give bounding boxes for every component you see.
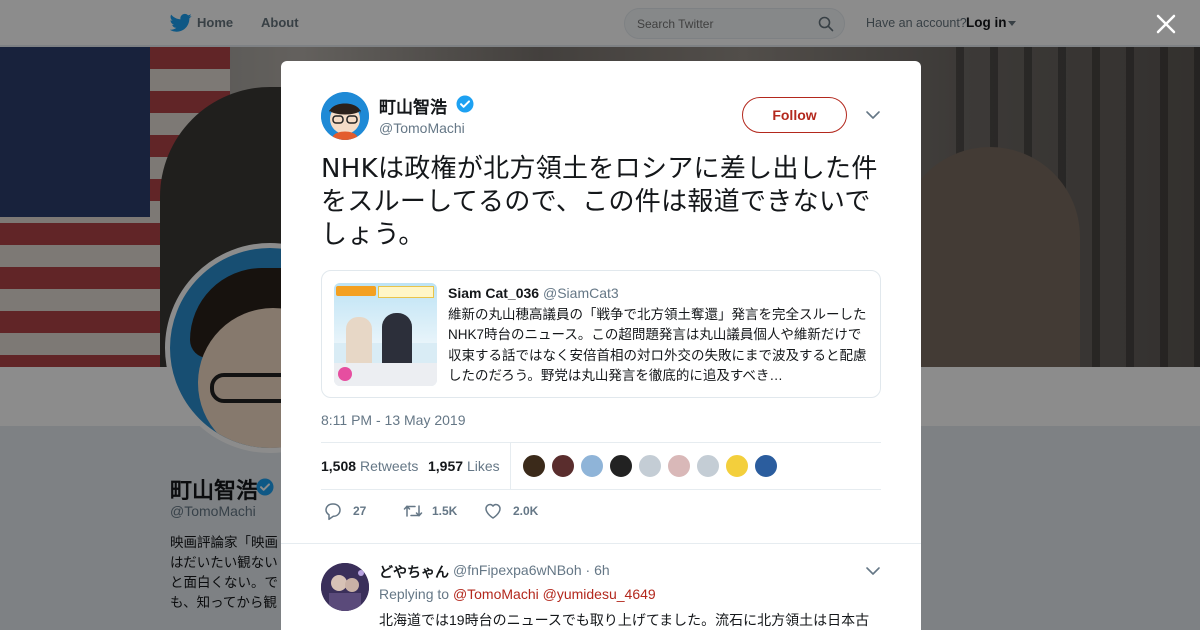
- verified-badge-icon: [456, 95, 474, 113]
- liker-avatar[interactable]: [580, 454, 604, 478]
- liker-avatar[interactable]: [522, 454, 546, 478]
- reply-avatar-illustration: [321, 563, 369, 611]
- tweet-text: NHKは政権が北方領土をロシアに差し出した件をスルーしてるので、この件は報道でき…: [321, 154, 878, 250]
- author-name[interactable]: 町山智浩: [379, 93, 447, 118]
- mention-link[interactable]: @TomoMachi: [453, 586, 539, 602]
- stats-separator: [510, 443, 511, 489]
- quoted-tweet-thumbnail[interactable]: [334, 283, 437, 386]
- thumb-caption-box: [378, 286, 434, 298]
- liker-avatar[interactable]: [696, 454, 720, 478]
- heart-icon[interactable]: [483, 501, 503, 521]
- mention-link[interactable]: @yumidesu_4649: [543, 586, 656, 602]
- thumb-badge: [338, 367, 352, 381]
- like-count: 2.0K: [513, 504, 539, 518]
- divider: [321, 442, 881, 443]
- reply-count: 27: [353, 504, 367, 518]
- thumb-clock-label: [336, 286, 376, 296]
- chevron-down-icon[interactable]: [865, 565, 881, 577]
- liker-avatar[interactable]: [638, 454, 662, 478]
- divider: [321, 489, 881, 490]
- close-icon[interactable]: [1154, 12, 1178, 36]
- tweet-timestamp[interactable]: 8:11 PM - 13 May 2019: [321, 412, 465, 428]
- reply-icon[interactable]: [323, 501, 343, 521]
- liker-avatar[interactable]: [551, 454, 575, 478]
- reply-text: 北海道では19時台のニュースでも取り上げてました。流石に北方領土は日本古: [379, 612, 870, 628]
- retweets-count[interactable]: 1,508: [321, 458, 356, 474]
- replying-to-label: Replying to: [379, 586, 450, 602]
- follow-button[interactable]: Follow: [742, 97, 847, 133]
- reply-time[interactable]: · 6h: [586, 562, 610, 578]
- divider: [281, 543, 921, 544]
- tweet-modal: 町山智浩 @TomoMachi Follow NHKは政権が北方領土をロシアに差…: [281, 61, 921, 630]
- retweet-icon[interactable]: [402, 501, 424, 521]
- liker-avatar[interactable]: [725, 454, 749, 478]
- quoted-tweet-card[interactable]: Siam Cat_036 @SiamCat3 維新の丸山穂高議員の「戦争で北方領…: [321, 270, 881, 398]
- author-avatar[interactable]: [321, 92, 369, 140]
- retweet-count: 1.5K: [432, 504, 458, 518]
- retweets-label[interactable]: Retweets: [360, 458, 418, 474]
- quoted-author-name[interactable]: Siam Cat_036: [448, 285, 539, 301]
- replying-to-line: Replying to @TomoMachi @yumidesu_4649: [379, 586, 656, 602]
- reply-author-avatar[interactable]: [321, 563, 369, 611]
- quoted-tweet-text: 維新の丸山穂高議員の「戦争で北方領土奪還」発言を完全スルーしたNHK7時台のニュ…: [448, 307, 867, 383]
- author-avatar-illustration: [321, 92, 369, 140]
- liker-avatar[interactable]: [609, 454, 633, 478]
- reply-author-name[interactable]: どやちゃん: [379, 562, 449, 582]
- likes-count[interactable]: 1,957: [428, 458, 463, 474]
- chevron-down-icon[interactable]: [865, 109, 881, 121]
- liker-avatar[interactable]: [754, 454, 778, 478]
- liker-avatar[interactable]: [667, 454, 691, 478]
- reply-author-handle[interactable]: @fnFipexpa6wNBoh · 6h: [453, 562, 610, 578]
- reply-handle-text[interactable]: @fnFipexpa6wNBoh: [453, 562, 582, 578]
- quoted-author-handle[interactable]: @SiamCat3: [543, 285, 619, 301]
- author-handle[interactable]: @TomoMachi: [379, 120, 465, 136]
- likes-label[interactable]: Likes: [467, 458, 500, 474]
